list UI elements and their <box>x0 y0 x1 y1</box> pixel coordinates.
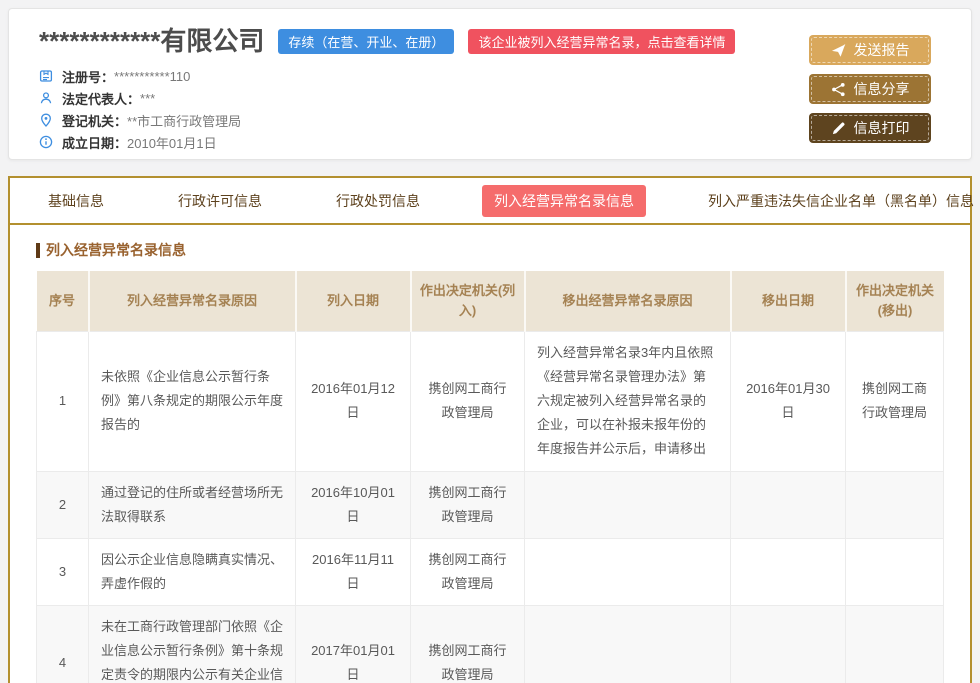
table-row: 3因公示企业信息隐瞒真实情况、弄虚作假的2016年11月11日携创网工商行政管理… <box>37 538 944 605</box>
table-cell: 4 <box>37 605 89 683</box>
company-title-row: ************有限公司 存续（在营、开业、在册） 该企业被列入经营异常… <box>39 25 943 57</box>
column-header: 作出决定机关(列入) <box>411 271 525 332</box>
tab-abnormal-list[interactable]: 列入经营异常名录信息 <box>482 185 646 217</box>
company-header-card: ************有限公司 存续（在营、开业、在册） 该企业被列入经营异常… <box>8 8 972 160</box>
table-cell <box>731 605 846 683</box>
table-cell: 2 <box>37 471 89 538</box>
share-info-button[interactable]: 信息分享 <box>809 74 931 104</box>
section-title-text: 列入经营异常名录信息 <box>46 240 186 260</box>
table-cell: 携创网工商行政管理局 <box>411 332 525 471</box>
table-cell: 2017年01月01日 <box>296 605 411 683</box>
table-header-row: 序号列入经营异常名录原因列入日期作出决定机关(列入)移出经营异常名录原因移出日期… <box>37 271 944 332</box>
info-label: 成立日期： <box>62 133 127 152</box>
share-icon <box>831 82 846 97</box>
tab-blacklist[interactable]: 列入严重违法失信企业名单（黑名单）信息 <box>696 185 980 217</box>
table-body: 1未依照《企业信息公示暂行条例》第八条规定的期限公示年度报告的2016年01月1… <box>37 332 944 683</box>
main-panel: 基础信息行政许可信息行政处罚信息列入经营异常名录信息列入严重违法失信企业名单（黑… <box>8 176 972 683</box>
table-cell: 2016年10月01日 <box>296 471 411 538</box>
column-header: 移出经营异常名录原因 <box>525 271 731 332</box>
table-row: 2通过登记的住所或者经营场所无法取得联系2016年10月01日携创网工商行政管理… <box>37 471 944 538</box>
info-label: 登记机关： <box>62 111 127 130</box>
table-cell: 2016年11月11日 <box>296 538 411 605</box>
action-button-label: 信息分享 <box>854 79 910 99</box>
info-value: **市工商行政管理局 <box>127 111 241 130</box>
location-pin-icon <box>39 113 54 128</box>
table-cell: 携创网工商行政管理局 <box>846 332 944 471</box>
status-badge: 存续（在营、开业、在册） <box>278 29 454 54</box>
company-info-row: 注册号：***********110 <box>39 65 943 87</box>
tab-bar: 基础信息行政许可信息行政处罚信息列入经营异常名录信息列入严重违法失信企业名单（黑… <box>10 178 970 225</box>
table-row: 1未依照《企业信息公示暂行条例》第八条规定的期限公示年度报告的2016年01月1… <box>37 332 944 471</box>
column-header: 列入经营异常名录原因 <box>89 271 296 332</box>
pencil-icon <box>831 121 846 136</box>
tab-admin-license[interactable]: 行政许可信息 <box>166 185 274 217</box>
company-info-row: 成立日期：2010年01月1日 <box>39 131 943 153</box>
column-header: 作出决定机关(移出) <box>846 271 944 332</box>
company-info-row: 登记机关：**市工商行政管理局 <box>39 109 943 131</box>
info-icon <box>39 135 54 150</box>
header-actions: 发送报告信息分享信息打印 <box>809 35 931 143</box>
column-header: 列入日期 <box>296 271 411 332</box>
info-value: ***********110 <box>114 69 190 84</box>
table-cell: 2016年01月30日 <box>731 332 846 471</box>
table-cell <box>731 538 846 605</box>
info-label: 注册号： <box>62 67 114 86</box>
table-cell <box>525 538 731 605</box>
paper-plane-icon <box>831 43 846 58</box>
table-cell: 1 <box>37 332 89 471</box>
table-cell <box>846 538 944 605</box>
table-cell <box>846 471 944 538</box>
person-icon <box>39 91 54 106</box>
abnormal-alert-badge[interactable]: 该企业被列入经营异常名录，点击查看详情 <box>468 29 735 54</box>
section-title: 列入经营异常名录信息 <box>36 240 944 260</box>
action-button-label: 发送报告 <box>854 40 910 60</box>
table-cell: 因公示企业信息隐瞒真实情况、弄虚作假的 <box>89 538 296 605</box>
table-row: 4未在工商行政管理部门依照《企业信息公示暂行条例》第十条规定责令的期限内公示有关… <box>37 605 944 683</box>
abnormal-records-table: 序号列入经营异常名录原因列入日期作出决定机关(列入)移出经营异常名录原因移出日期… <box>36 271 944 683</box>
section-title-bar-icon <box>36 243 40 258</box>
table-cell <box>846 605 944 683</box>
info-label: 法定代表人： <box>62 89 140 108</box>
table-cell <box>731 471 846 538</box>
column-header: 序号 <box>37 271 89 332</box>
license-icon <box>39 69 54 84</box>
company-info-list: 注册号：***********110法定代表人：***登记机关：**市工商行政管… <box>39 65 943 153</box>
table-cell <box>525 605 731 683</box>
company-info-row: 法定代表人：*** <box>39 87 943 109</box>
tab-admin-penalty[interactable]: 行政处罚信息 <box>324 185 432 217</box>
table-cell: 携创网工商行政管理局 <box>411 471 525 538</box>
table-cell: 未依照《企业信息公示暂行条例》第八条规定的期限公示年度报告的 <box>89 332 296 471</box>
table-cell: 未在工商行政管理部门依照《企业信息公示暂行条例》第十条规定责令的期限内公示有关企… <box>89 605 296 683</box>
table-cell: 2016年01月12日 <box>296 332 411 471</box>
print-info-button[interactable]: 信息打印 <box>809 113 931 143</box>
table-cell: 通过登记的住所或者经营场所无法取得联系 <box>89 471 296 538</box>
table-cell: 3 <box>37 538 89 605</box>
column-header: 移出日期 <box>731 271 846 332</box>
action-button-label: 信息打印 <box>854 118 910 138</box>
table-cell: 列入经营异常名录3年内且依照《经营异常名录管理办法》第六规定被列入经营异常名录的… <box>525 332 731 471</box>
send-report-button[interactable]: 发送报告 <box>809 35 931 65</box>
panel-content: 列入经营异常名录信息 序号列入经营异常名录原因列入日期作出决定机关(列入)移出经… <box>10 225 970 683</box>
table-cell: 携创网工商行政管理局 <box>411 605 525 683</box>
company-name: ************有限公司 <box>39 25 264 57</box>
info-value: 2010年01月1日 <box>127 133 217 152</box>
table-cell: 携创网工商行政管理局 <box>411 538 525 605</box>
tab-basic-info[interactable]: 基础信息 <box>36 185 116 217</box>
table-cell <box>525 471 731 538</box>
info-value: *** <box>140 91 155 106</box>
